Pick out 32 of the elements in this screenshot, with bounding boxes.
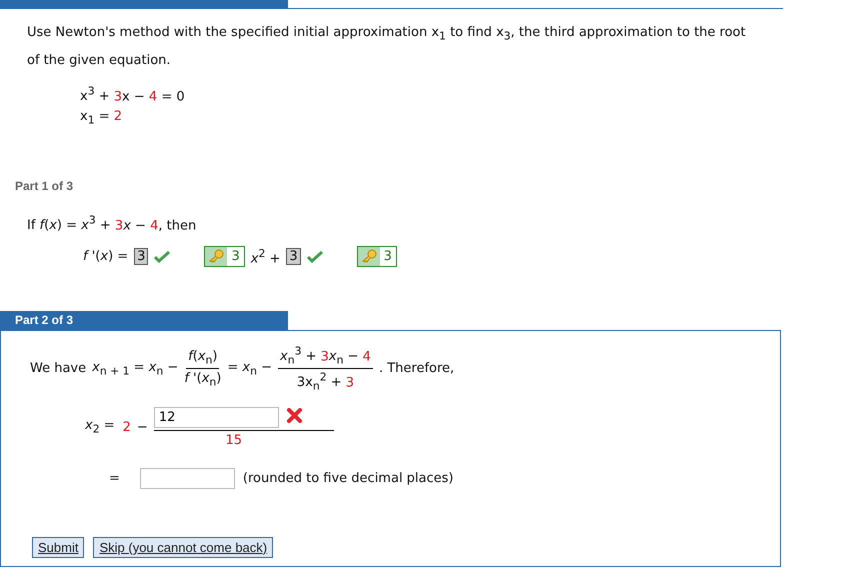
formula-text: −	[136, 420, 148, 435]
derivative-label: f '(x) =	[83, 248, 128, 264]
denominator-text: f '(x$_{n}$)	[184, 370, 222, 388]
key-answer-text: 3	[382, 248, 393, 264]
answer-value: 3	[286, 248, 301, 265]
numerator-text: f(x$_{n}$)	[186, 349, 220, 369]
term-text: x$^{2}$ +	[250, 246, 280, 266]
equation-text: x$^{3}$ + 3x − 4 = 0	[80, 84, 185, 106]
problem-statement: Use Newton's method with the specified initial approximation x$_{1}$ to find x$_{3}$, the third approximation to the root of the given equation.	[27, 24, 747, 70]
formula-text: 2	[122, 420, 131, 435]
denominator-text: 3x$_{n}$$^{2}$ + 3	[296, 370, 354, 393]
key-icon	[208, 249, 224, 264]
formula-text: =	[109, 470, 120, 486]
action-button[interactable]: Skip (you cannot come back)	[93, 536, 274, 558]
action-button[interactable]: Submit	[32, 536, 84, 558]
initial-value-text: x$_{1}$ = 2	[80, 108, 122, 129]
formula-text: . Therefore,	[378, 361, 454, 376]
lead-text: We have	[30, 361, 86, 376]
function-definition-text: If f(x) = x$^{3}$ + 3x − 4, then	[27, 214, 196, 233]
part-title: Part 2 of 3	[0, 310, 288, 330]
numerator-text: x$_{n}$$^{3}$ + 3x$_{n}$ − 4	[278, 344, 373, 369]
part-title: Part 1 of 3	[15, 178, 74, 193]
answer-value: 3	[134, 248, 148, 265]
numerator-input[interactable]: 12	[154, 406, 279, 428]
key-answer-text: 3	[230, 248, 241, 264]
rounding-note: (rounded to five decimal places)	[242, 470, 454, 486]
key-icon	[360, 249, 377, 264]
formula-text: x$_{n + 1}$ = x$_{n}$ −	[92, 360, 178, 378]
formula-text: x$_{2}$ =	[85, 418, 115, 436]
answer-input[interactable]	[140, 468, 235, 489]
denominator-text: 15	[226, 432, 242, 448]
formula-text: = x$_{n}$ −	[227, 360, 272, 378]
